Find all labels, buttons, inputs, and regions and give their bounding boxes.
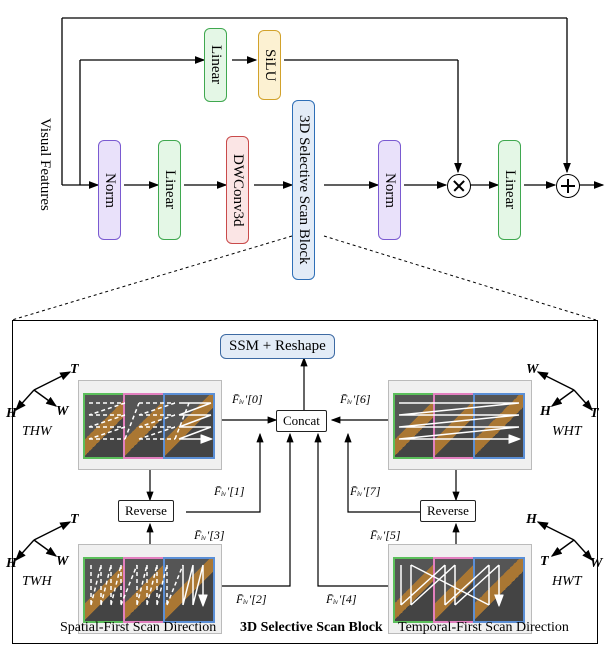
bl-order: TWH	[22, 574, 52, 590]
tl-H: H	[6, 406, 17, 422]
f3: F̄ᵢᵥ′[3]	[194, 528, 225, 543]
linear-out: Linear	[498, 140, 521, 240]
norm-2: Norm	[378, 140, 401, 240]
silu: SiLU	[258, 30, 281, 100]
temporal-caption: Temporal-First Scan Direction	[398, 620, 569, 636]
f4: F̄ᵢᵥ′[4]	[326, 592, 357, 607]
add-icon	[556, 174, 580, 198]
br-H: H	[526, 512, 537, 528]
tr-W: W	[526, 362, 538, 378]
bl-H: H	[6, 556, 17, 572]
title-caption: 3D Selective Scan Block	[240, 620, 383, 636]
f5: F̄ᵢᵥ′[5]	[370, 528, 401, 543]
panel-thw	[78, 380, 222, 470]
tl-W: W	[56, 404, 68, 420]
br-order: HWT	[552, 574, 582, 590]
bl-T: T	[70, 512, 79, 528]
br-T: T	[540, 554, 549, 570]
linear-1: Linear	[158, 140, 181, 240]
f0: F̄ᵢᵥ′[0]	[232, 392, 263, 407]
dwconv3d: DWConv3d	[226, 136, 249, 244]
tl-order: THW	[22, 424, 52, 440]
f6: F̄ᵢᵥ′[6]	[340, 392, 371, 407]
norm-1: Norm	[98, 140, 121, 240]
tl-T: T	[70, 362, 79, 378]
linear-gate: Linear	[204, 28, 227, 102]
multiply-icon	[447, 174, 471, 198]
tr-H: H	[540, 404, 551, 420]
spatial-caption: Spatial-First Scan Direction	[60, 620, 216, 636]
tr-T: T	[590, 406, 599, 422]
reverse-left: Reverse	[118, 500, 174, 522]
input-label: Visual Features	[36, 118, 53, 211]
concat: Concat	[276, 410, 327, 432]
bl-W: W	[56, 554, 68, 570]
scan3d-block: 3D Selective Scan Block	[292, 100, 315, 280]
panel-wht	[388, 380, 532, 470]
f2: F̄ᵢᵥ′[2]	[236, 592, 267, 607]
f7: F̄ᵢᵥ′[7]	[350, 484, 381, 499]
f1: F̄ᵢᵥ′[1]	[214, 484, 245, 499]
ssm-reshape: SSM + Reshape	[220, 334, 335, 359]
reverse-right: Reverse	[420, 500, 476, 522]
br-W: W	[590, 556, 602, 572]
tr-order: WHT	[552, 424, 582, 440]
